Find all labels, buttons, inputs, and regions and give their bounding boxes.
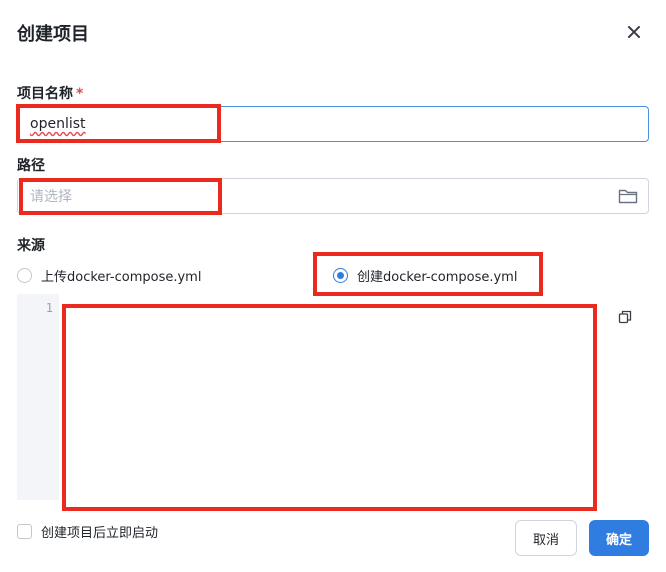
line-number: 1	[45, 301, 53, 315]
dialog-title: 创建项目	[17, 24, 89, 45]
radio-indicator	[17, 268, 32, 283]
radio-upload-compose[interactable]: 上传docker-compose.yml	[17, 266, 201, 285]
confirm-button[interactable]: 确定	[589, 520, 649, 556]
project-name-value: openlist	[30, 116, 86, 132]
source-label: 来源	[17, 238, 45, 254]
folder-icon[interactable]	[618, 187, 638, 205]
start-after-create-label: 创建项目后立即启动	[41, 526, 159, 541]
radio-create-compose[interactable]: 创建docker-compose.yml	[333, 266, 517, 285]
checkbox-box	[17, 524, 32, 539]
close-icon	[628, 26, 640, 38]
radio-upload-label: 上传docker-compose.yml	[41, 270, 202, 285]
path-placeholder: 请选择	[30, 189, 72, 205]
project-name-input[interactable]: openlist	[17, 106, 649, 142]
start-after-create-checkbox[interactable]: 创建项目后立即启动	[17, 522, 158, 541]
required-mark: *	[76, 86, 84, 102]
path-label: 路径	[17, 158, 45, 174]
project-name-label: 项目名称 *	[17, 86, 84, 102]
create-project-dialog: 创建项目 项目名称 * openlist 路径 请选择 来源 上传docker-c…	[0, 0, 666, 572]
compose-editor[interactable]: 1	[17, 294, 649, 500]
editor-gutter: 1	[17, 294, 59, 500]
close-button[interactable]	[624, 22, 644, 42]
editor-code-area[interactable]	[59, 294, 619, 500]
radio-create-label: 创建docker-compose.yml	[357, 270, 518, 285]
radio-indicator-selected	[333, 268, 348, 283]
source-radio-group: 上传docker-compose.yml 创建docker-compose.ym…	[17, 266, 649, 288]
copy-icon[interactable]	[618, 310, 632, 324]
path-input[interactable]: 请选择	[17, 178, 649, 214]
cancel-button[interactable]: 取消	[515, 520, 577, 556]
